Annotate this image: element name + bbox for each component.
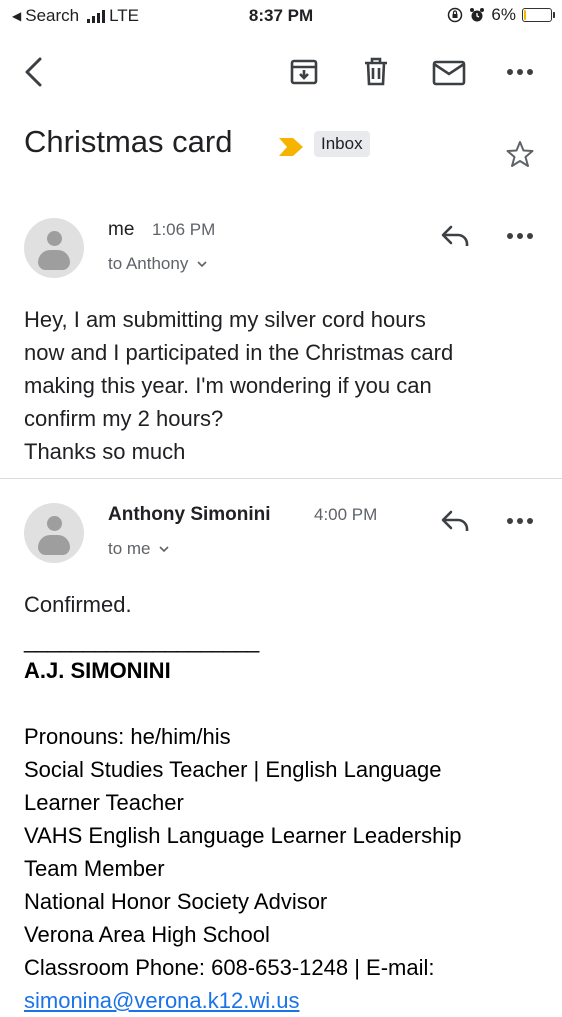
back-arrow-icon[interactable] bbox=[22, 56, 46, 88]
signature-line: Classroom Phone: 608-653-1248 | E-mail: bbox=[24, 955, 435, 980]
chevron-down-icon bbox=[197, 261, 207, 268]
message-sender: me bbox=[108, 219, 135, 240]
star-icon[interactable] bbox=[505, 140, 535, 168]
message-body: Hey, I am submitting my silver cord hour… bbox=[24, 303, 554, 468]
body-line: Thanks so much bbox=[24, 439, 186, 464]
avatar[interactable] bbox=[24, 503, 84, 563]
signature-line: Social Studies Teacher | English Languag… bbox=[24, 757, 442, 782]
body-line: now and I participated in the Christmas … bbox=[24, 340, 454, 365]
signature-line: Verona Area High School bbox=[24, 922, 270, 947]
signature-line: Pronouns: he/him/his bbox=[24, 724, 231, 749]
signature-line: VAHS English Language Learner Leadership bbox=[24, 823, 462, 848]
signature-line: National Honor Society Advisor bbox=[24, 889, 328, 914]
body-line: confirm my 2 hours? bbox=[24, 406, 224, 431]
battery-fill bbox=[524, 10, 526, 20]
reply-icon[interactable] bbox=[440, 224, 470, 248]
important-marker-icon[interactable] bbox=[278, 136, 304, 158]
body-line: Hey, I am submitting my silver cord hour… bbox=[24, 307, 426, 332]
message-body: Confirmed. bbox=[24, 592, 132, 617]
mail-icon[interactable] bbox=[432, 60, 466, 86]
delete-icon[interactable] bbox=[362, 56, 390, 88]
email-link[interactable]: simonina@verona.k12.wi.us bbox=[24, 984, 299, 1017]
alarm-icon bbox=[470, 8, 485, 22]
recipient-toggle[interactable]: to Anthony bbox=[108, 254, 208, 274]
message-more-icon[interactable] bbox=[506, 516, 534, 526]
message-time: 1:06 PM bbox=[152, 220, 216, 239]
battery-icon bbox=[522, 8, 555, 22]
recipient-label: to me bbox=[108, 539, 151, 558]
inbox-label-chip[interactable]: Inbox bbox=[314, 131, 370, 157]
recipient-label: to Anthony bbox=[108, 254, 189, 273]
email-subject: Christmas card bbox=[24, 124, 233, 159]
battery-percent: 6% bbox=[491, 5, 516, 24]
signature-block: Pronouns: he/him/his Social Studies Teac… bbox=[24, 720, 559, 984]
avatar[interactable] bbox=[24, 218, 84, 278]
message-more-icon[interactable] bbox=[506, 231, 534, 241]
orientation-lock-icon bbox=[448, 7, 463, 23]
signature-rule: ____________________ bbox=[24, 628, 259, 653]
body-line: making this year. I'm wondering if you c… bbox=[24, 373, 432, 398]
signature-line: Learner Teacher bbox=[24, 790, 184, 815]
more-icon[interactable] bbox=[506, 67, 534, 77]
reply-icon[interactable] bbox=[440, 509, 470, 533]
status-bar: ◀ Search LTE 8:37 PM 6% bbox=[0, 0, 562, 32]
message-time: 4:00 PM bbox=[314, 505, 378, 524]
signature-line: Team Member bbox=[24, 856, 165, 881]
recipient-toggle[interactable]: to me bbox=[108, 539, 170, 559]
chevron-down-icon bbox=[159, 546, 169, 553]
archive-icon[interactable] bbox=[289, 57, 319, 87]
message-sender: Anthony Simonini bbox=[108, 504, 271, 525]
message-divider bbox=[0, 478, 562, 479]
signature-name: A.J. SIMONINI bbox=[24, 658, 171, 683]
